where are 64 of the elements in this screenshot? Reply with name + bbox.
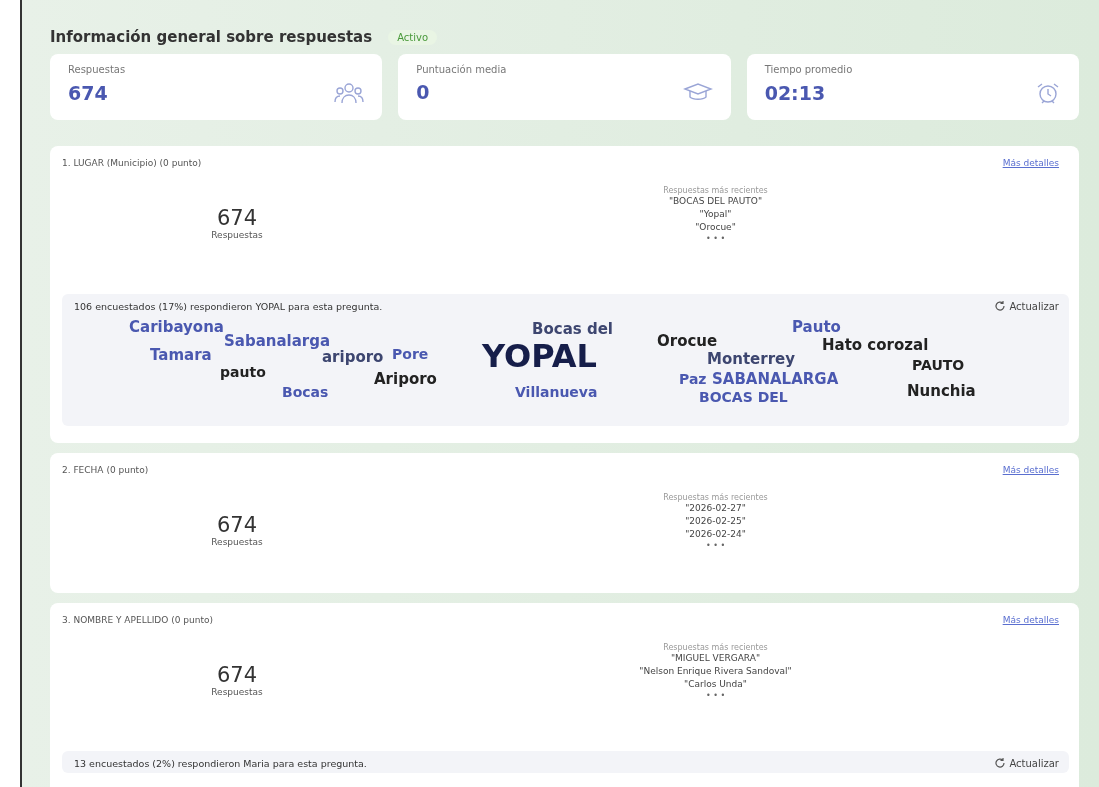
stat-label: Puntuación media (416, 64, 508, 75)
cloud-word: pauto (220, 365, 266, 379)
count-label: Respuestas (210, 537, 264, 547)
more-dots: • • • (704, 541, 727, 550)
refresh-button[interactable]: Actualizar (994, 757, 1059, 769)
recent-response: "2026-02-25" (684, 515, 747, 528)
graduation-cap-icon (682, 81, 713, 103)
cloud-word: SABANALARGA (712, 372, 839, 387)
stat-value: 674 (68, 82, 108, 104)
cloud-word: Caribayona (129, 320, 224, 335)
people-icon (334, 81, 365, 105)
recent-label: Respuestas más recientes (662, 186, 769, 195)
more-dots: • • • (704, 234, 727, 243)
cloud-word: Ariporo (374, 372, 437, 387)
response-count: 674 (215, 206, 259, 230)
recent-response: "2026-02-24" (684, 528, 747, 541)
cloud-word: Bocas del (532, 322, 613, 337)
cloud-word: Bocas (282, 385, 329, 399)
alarm-clock-icon (1035, 81, 1061, 105)
question-title: 1. LUGAR (Municipio) (0 punto) (62, 158, 202, 168)
details-link[interactable]: Más detalles (1002, 158, 1059, 168)
cloud-word: Nunchia (907, 384, 976, 399)
cloud-word: BOCAS DEL (699, 390, 788, 404)
cloud-word: Pore (392, 347, 429, 361)
stat-label: Respuestas (68, 64, 127, 75)
status-badge: Activo (388, 29, 438, 45)
cloud-word: Tamara (150, 348, 212, 363)
stat-label: Tiempo promedio (764, 64, 854, 75)
refresh-icon (994, 757, 1007, 769)
question-title: 2. FECHA (0 punto) (62, 465, 149, 475)
recent-response: "Yopal" (698, 208, 733, 221)
count-label: Respuestas (210, 230, 264, 240)
cloud-word: Paz (679, 372, 707, 386)
cloud-word: Pauto (792, 320, 841, 335)
cloud-word: PAUTO (912, 358, 965, 372)
recent-label: Respuestas más recientes (662, 643, 769, 652)
details-link[interactable]: Más detalles (1002, 615, 1059, 625)
recent-response: "Nelson Enrique Rivera Sandoval" (638, 665, 793, 678)
recent-response: "2026-02-27" (684, 502, 747, 515)
summary-text: 106 encuestados (17%) respondieron YOPAL para esta pregunta. (74, 300, 383, 312)
summary-text: 13 encuestados (2%) respondieron Maria para esta pregunta. (74, 757, 367, 769)
page-title: Información general sobre respuestas (50, 28, 373, 46)
cloud-word: Monterrey (707, 352, 795, 367)
cloud-word: Orocue (657, 334, 718, 349)
stat-value: 02:13 (764, 82, 826, 104)
recent-response: "Orocue" (694, 221, 737, 234)
response-count: 674 (215, 513, 259, 537)
cloud-word: ariporo (322, 350, 384, 365)
stat-value: 0 (416, 81, 430, 103)
recent-response: "MIGUEL VERGARA" (669, 652, 762, 665)
more-dots: • • • (704, 691, 727, 700)
recent-response: "BOCAS DEL PAUTO" (667, 195, 764, 208)
count-label: Respuestas (210, 687, 264, 697)
cloud-word: Sabanalarga (224, 334, 331, 349)
response-count: 674 (215, 663, 259, 687)
recent-response: "Carlos Unda" (683, 678, 748, 691)
cloud-word: YOPAL (482, 340, 597, 372)
question-title: 3. NOMBRE Y APELLIDO (0 punto) (62, 615, 213, 625)
recent-label: Respuestas más recientes (662, 493, 769, 502)
cloud-word: Villanueva (515, 385, 598, 399)
refresh-button[interactable]: Actualizar (994, 300, 1059, 312)
details-link[interactable]: Más detalles (1002, 465, 1059, 475)
refresh-icon (994, 300, 1007, 312)
cloud-word: Hato corozal (822, 338, 929, 353)
